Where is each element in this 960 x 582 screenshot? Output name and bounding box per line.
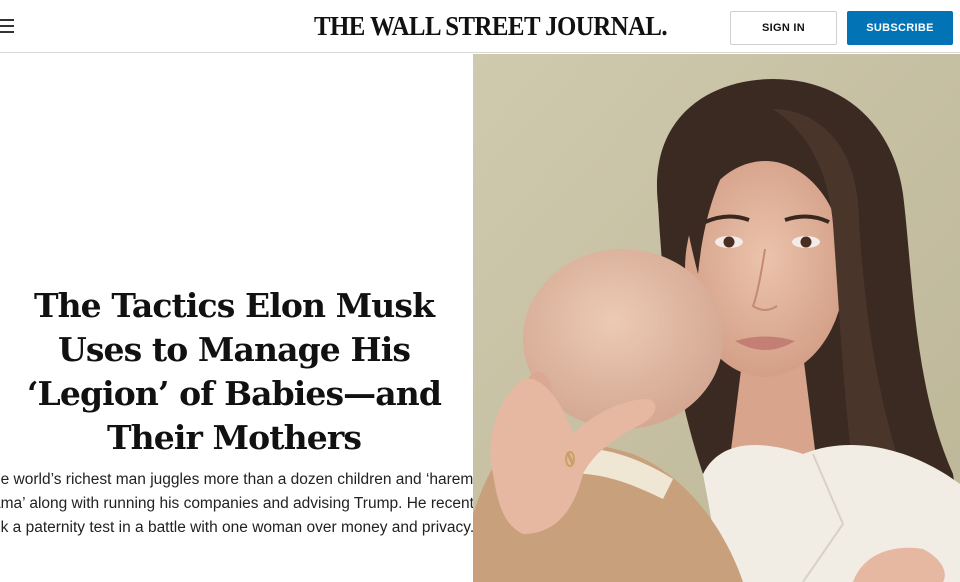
dek-line: ok a paternity test in a battle with one… xyxy=(0,519,475,536)
woman-holding-baby-photo[interactable] xyxy=(473,54,960,582)
article-dek: he world’s richest man juggles more than… xyxy=(0,468,486,540)
hamburger-menu-icon[interactable] xyxy=(0,16,14,36)
headline-line: ‘Legion’ of Babies—and xyxy=(26,374,442,413)
headline-line: The Tactics Elon Musk xyxy=(33,286,435,325)
headline-line: Their Mothers xyxy=(107,418,362,457)
masthead-logo[interactable]: THE WALL STREET JOURNAL. xyxy=(314,11,668,42)
site-header: THE WALL STREET JOURNAL. SIGN IN SUBSCRI… xyxy=(0,0,960,53)
subscribe-button[interactable]: SUBSCRIBE xyxy=(847,11,953,45)
article-summary: The Tactics Elon Musk Uses to Manage His… xyxy=(0,54,486,582)
sign-in-button[interactable]: SIGN IN xyxy=(730,11,837,45)
article-photo-illustration xyxy=(473,54,960,582)
headline-line: Uses to Manage His xyxy=(57,330,411,369)
dek-line: ama’ along with running his companies an… xyxy=(0,495,486,512)
dek-line: he world’s richest man juggles more than… xyxy=(0,471,474,488)
article-headline[interactable]: The Tactics Elon Musk Uses to Manage His… xyxy=(14,284,454,460)
